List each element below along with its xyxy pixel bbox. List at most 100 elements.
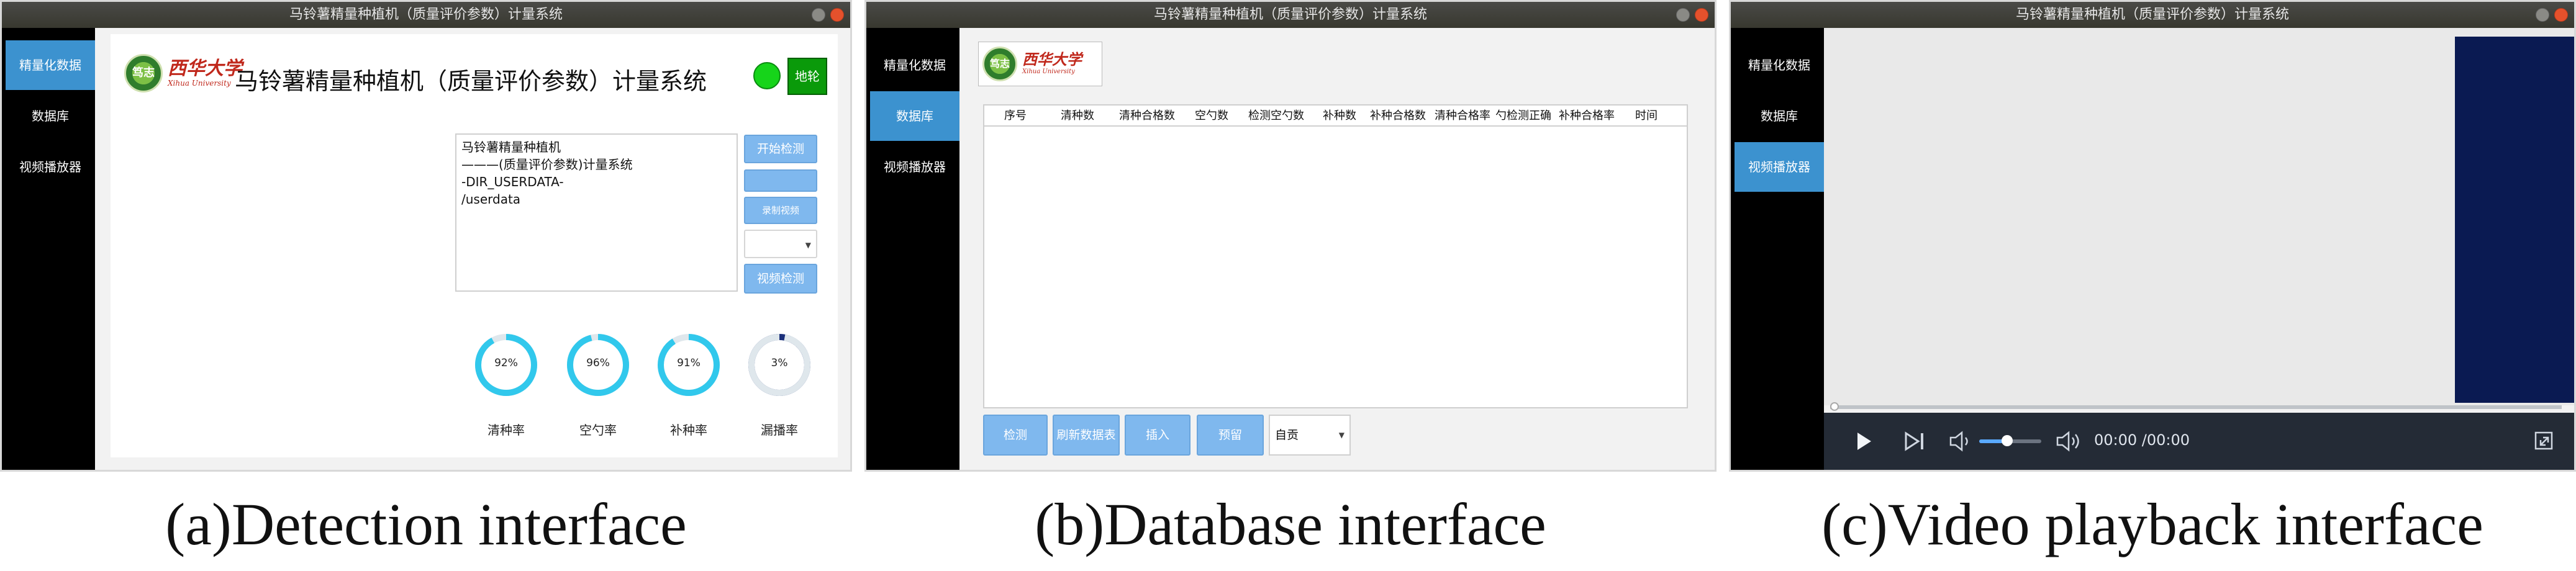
sidebar-item-database[interactable]: 数据库 xyxy=(6,91,95,141)
gauge-label: 补种率 xyxy=(670,423,707,438)
record-video-button[interactable]: 录制视频 xyxy=(744,197,817,224)
detection-window: 马铃薯精量种植机（质量评价参数）计量系统 精量化数据 数据库 视频播放器 笃志 … xyxy=(0,0,852,472)
sidebar-item-video-player[interactable]: 视频播放器 xyxy=(6,142,95,192)
sidebar-item-precision-data[interactable]: 精量化数据 xyxy=(870,40,959,90)
column-header[interactable]: 清种合格数 xyxy=(1109,106,1186,125)
info-line: -DIR_USERDATA- xyxy=(461,174,564,189)
university-name-en: Xihua University xyxy=(1022,68,1075,75)
database-window: 马铃薯精量种植机（质量评价参数）计量系统 精量化数据 数据库 视频播放器 笃志 … xyxy=(864,0,1717,472)
window-title: 马铃薯精量种植机（质量评价参数）计量系统 xyxy=(289,7,563,22)
volume-up-icon[interactable] xyxy=(2055,430,2082,452)
sidebar: 精量化数据 数据库 视频播放器 xyxy=(2,28,95,470)
window-title: 马铃薯精量种植机（质量评价参数）计量系统 xyxy=(2015,7,2289,22)
video-playback-panel: 马铃薯精量种植机（质量评价参数）计量系统 精量化数据 数据库 视频播放器 00:… xyxy=(1729,0,2576,571)
university-logo: 笃志 西华大学 Xihua University xyxy=(978,42,1102,86)
sidebar-item-video-player[interactable]: 视频播放器 xyxy=(1735,142,1824,192)
column-header[interactable]: 检测空勺数 xyxy=(1238,106,1315,125)
window-controls xyxy=(1676,8,1708,22)
column-header[interactable]: 空勺数 xyxy=(1186,106,1238,125)
info-line: /userdata xyxy=(461,192,521,207)
figure-caption: (a)Detection interface xyxy=(165,491,687,557)
gauge-value: 96% xyxy=(586,357,610,369)
insert-button[interactable]: 插入 xyxy=(1125,415,1190,456)
video-frame xyxy=(2455,37,2574,403)
blank-button[interactable] xyxy=(744,169,817,192)
figure-caption: (b)Database interface xyxy=(1035,491,1546,557)
gauge-value: 3% xyxy=(771,357,788,369)
minimize-button[interactable] xyxy=(812,8,825,22)
window-titlebar: 马铃薯精量种植机（质量评价参数）计量系统 xyxy=(2,2,850,28)
university-name-en: Xihua University xyxy=(168,79,231,88)
column-header[interactable]: 补种数 xyxy=(1315,106,1364,125)
start-detection-button[interactable]: 开始检测 xyxy=(744,135,817,163)
source-dropdown[interactable]: ▼ xyxy=(744,230,817,258)
column-header[interactable]: 补种合格数 xyxy=(1364,106,1431,125)
database-panel: 马铃薯精量种植机（质量评价参数）计量系统 精量化数据 数据库 视频播放器 笃志 … xyxy=(864,0,1717,571)
university-name-cn: 西华大学 xyxy=(1022,50,1082,68)
window-controls xyxy=(812,8,844,22)
region-select[interactable]: 自贡 ▼ xyxy=(1269,415,1351,456)
reserved-button[interactable]: 预留 xyxy=(1197,415,1264,456)
fullscreen-icon[interactable] xyxy=(2533,430,2556,452)
ground-wheel-button[interactable]: 地轮 xyxy=(787,58,827,95)
info-line: ———(质量评价参数)计量系统 xyxy=(461,157,633,172)
detect-button[interactable]: 检测 xyxy=(983,415,1048,456)
refresh-table-button[interactable]: 刷新数据表 xyxy=(1053,415,1120,456)
minimize-button[interactable] xyxy=(1676,8,1690,22)
detection-content: 笃志 西华大学 Xihua University 马铃薯精量种植机（质量评价参数… xyxy=(111,34,838,457)
playback-progress-bar[interactable] xyxy=(1830,405,2562,409)
column-header[interactable]: 清种数 xyxy=(1046,106,1109,125)
select-value: 自贡 xyxy=(1275,428,1299,442)
player-controls: 00:00 /00:00 xyxy=(1824,413,2574,470)
gauge-value: 91% xyxy=(677,357,701,369)
figure-caption: (c)Video playback interface xyxy=(1821,491,2483,557)
gauge-label: 漏播率 xyxy=(761,423,798,438)
minimize-button[interactable] xyxy=(2536,8,2549,22)
status-led-icon xyxy=(753,62,781,89)
close-button[interactable] xyxy=(2554,8,2568,22)
info-textbox[interactable]: 马铃薯精量种植机 ———(质量评价参数)计量系统 -DIR_USERDATA- … xyxy=(455,133,738,292)
data-table[interactable]: 序号 清种数 清种合格数 空勺数 检测空勺数 补种数 补种合格数 清种合格率 勺… xyxy=(983,104,1688,408)
gauge-value: 92% xyxy=(494,357,518,369)
column-header[interactable]: 时间 xyxy=(1620,106,1672,125)
table-header: 序号 清种数 清种合格数 空勺数 检测空勺数 补种数 补种合格数 清种合格率 勺… xyxy=(984,106,1687,127)
close-button[interactable] xyxy=(1695,8,1708,22)
next-frame-icon[interactable] xyxy=(1902,430,1927,452)
detection-panel: 马铃薯精量种植机（质量评价参数）计量系统 精量化数据 数据库 视频播放器 笃志 … xyxy=(0,0,852,571)
gauge-clear-seed-rate: 92% xyxy=(472,331,540,399)
university-emblem-icon: 笃志 xyxy=(124,54,163,92)
gauge-label: 空勺率 xyxy=(579,423,617,438)
sidebar-item-precision-data[interactable]: 精量化数据 xyxy=(1735,40,1824,90)
university-emblem-icon: 笃志 xyxy=(982,47,1017,81)
gauge-miss-rate: 3% xyxy=(745,331,814,399)
close-button[interactable] xyxy=(830,8,844,22)
volume-down-icon[interactable] xyxy=(1948,430,1973,452)
sidebar: 精量化数据 数据库 视频播放器 xyxy=(866,28,959,470)
play-icon[interactable] xyxy=(1853,430,1875,452)
volume-handle[interactable] xyxy=(2002,435,2013,446)
window-titlebar: 马铃薯精量种植机（质量评价参数）计量系统 xyxy=(1731,2,2574,28)
time-display: 00:00 /00:00 xyxy=(2094,431,2190,449)
column-header[interactable]: 补种合格率 xyxy=(1553,106,1620,125)
gauge-label: 清种率 xyxy=(488,423,525,438)
university-logo: 笃志 西华大学 Xihua University xyxy=(124,54,242,92)
progress-handle[interactable] xyxy=(1830,402,1839,411)
chevron-down-icon: ▼ xyxy=(805,241,811,250)
video-window: 马铃薯精量种植机（质量评价参数）计量系统 精量化数据 数据库 视频播放器 00:… xyxy=(1729,0,2576,472)
column-header[interactable]: 勺检测正确 xyxy=(1494,106,1553,125)
sidebar-item-database[interactable]: 数据库 xyxy=(1735,91,1824,141)
gauge-empty-spoon-rate: 96% xyxy=(564,331,632,399)
university-name-cn: 西华大学 xyxy=(168,58,242,79)
window-titlebar: 马铃薯精量种植机（质量评价参数）计量系统 xyxy=(866,2,1715,28)
app-title: 马铃薯精量种植机（质量评价参数）计量系统 xyxy=(235,68,707,95)
window-controls xyxy=(2536,8,2568,22)
gauge-reseed-rate: 91% xyxy=(655,331,723,399)
sidebar-item-precision-data[interactable]: 精量化数据 xyxy=(6,40,95,90)
sidebar-item-database[interactable]: 数据库 xyxy=(870,91,959,141)
video-detection-button[interactable]: 视频检测 xyxy=(744,264,817,294)
video-area[interactable] xyxy=(1824,28,2574,405)
sidebar-item-video-player[interactable]: 视频播放器 xyxy=(870,142,959,192)
window-title: 马铃薯精量种植机（质量评价参数）计量系统 xyxy=(1153,7,1427,22)
column-header[interactable]: 清种合格率 xyxy=(1431,106,1494,125)
column-header[interactable]: 序号 xyxy=(984,106,1046,125)
